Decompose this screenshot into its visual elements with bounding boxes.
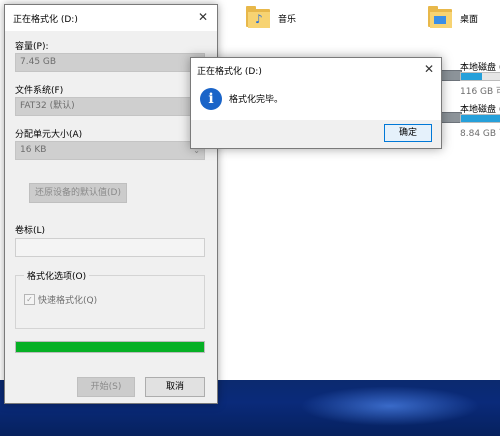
restore-defaults-button[interactable]: 还原设备的默认值(D) (29, 183, 127, 203)
capacity-label: 容量(P): (15, 42, 49, 52)
format-complete-dialog: 正在格式化 (D:) ✕ i 格式化完毕。 确定 (190, 57, 442, 149)
filesystem-select[interactable]: FAT32 (默认) ⌄ (15, 97, 205, 116)
folder-label: 桌面 (460, 15, 479, 25)
quick-format-label: 快速格式化(Q) (38, 296, 98, 306)
drive-free-space: 8.84 GB 可 (460, 129, 500, 139)
filesystem-value: FAT32 (默认) (20, 101, 75, 111)
format-dialog-title: 正在格式化 (D:) (13, 15, 78, 25)
ok-button[interactable]: 确定 (384, 124, 432, 142)
music-folder-icon: ♪ (246, 6, 270, 28)
close-icon[interactable]: ✕ (195, 9, 211, 25)
drive-usage-bar (460, 114, 500, 123)
start-button[interactable]: 开始(S) (77, 377, 135, 397)
info-icon: i (200, 88, 222, 110)
drive-free-space: 116 GB 可 (460, 87, 500, 97)
folder-label: 音乐 (278, 15, 297, 25)
drive-item-2[interactable]: 本地磁盘 ( 8.84 GB 可 (434, 100, 500, 140)
drive-usage-bar (460, 72, 500, 81)
folder-item-music[interactable]: ♪ 音乐 (246, 4, 326, 34)
desktop-folder-icon (428, 6, 452, 28)
format-options-group: 格式化选项(O) ✓ 快速格式化(Q) (15, 269, 205, 329)
quick-format-checkbox[interactable]: ✓ (24, 294, 35, 305)
message-body: i 格式化完毕。 (191, 82, 441, 120)
message-text: 格式化完毕。 (229, 95, 284, 105)
cancel-button[interactable]: 取消 (145, 377, 205, 397)
message-titlebar[interactable]: 正在格式化 (D:) ✕ (191, 58, 441, 82)
drive-item-1[interactable]: 本地磁盘 ( 116 GB 可 (434, 58, 500, 98)
volume-label-input[interactable] (15, 238, 205, 257)
volume-label-label: 卷标(L) (15, 226, 46, 236)
capacity-select[interactable]: 7.45 GB ⌄ (15, 53, 205, 72)
folder-item-desktop[interactable]: 桌面 (428, 4, 500, 34)
allocation-select[interactable]: 16 KB ⌄ (15, 141, 205, 160)
format-options-title: 格式化选项(O) (24, 269, 90, 282)
format-dialog-titlebar[interactable]: 正在格式化 (D:) ✕ (5, 5, 217, 31)
capacity-value: 7.45 GB (20, 57, 57, 67)
format-dialog: 正在格式化 (D:) ✕ 容量(P): 7.45 GB ⌄ 文件系统(F) FA… (4, 4, 218, 404)
close-icon[interactable]: ✕ (421, 61, 437, 77)
allocation-value: 16 KB (20, 145, 47, 155)
format-progress-bar (15, 341, 205, 353)
allocation-label: 分配单元大小(A) (15, 130, 83, 140)
message-title: 正在格式化 (D:) (197, 67, 262, 77)
filesystem-label: 文件系统(F) (15, 86, 64, 96)
